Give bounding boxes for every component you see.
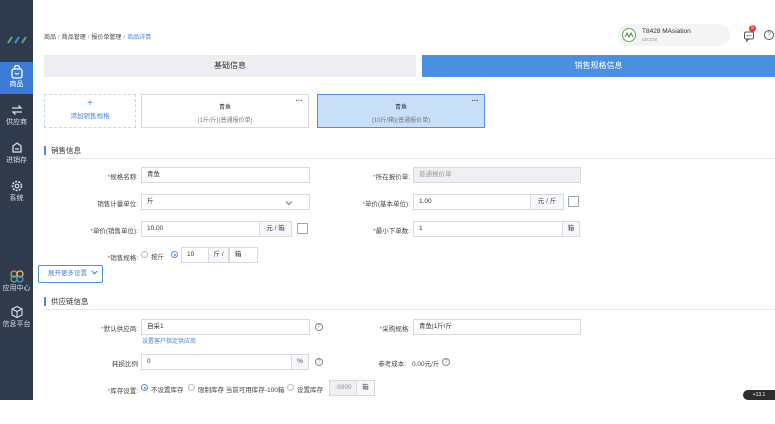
sidebar-item-supplier[interactable]: 供应商 xyxy=(0,100,33,132)
divider xyxy=(44,158,775,159)
min-order-unit: 箱 xyxy=(563,221,580,237)
set-stock-radio[interactable] xyxy=(287,384,294,391)
quote-input: 普通报价单 xyxy=(413,167,581,183)
stock-setting-label: *库存设置: xyxy=(107,388,138,395)
purchase-spec-input[interactable]: 青鱼|1斤/斤 xyxy=(413,319,581,335)
base-price-unit: 元 / 斤 xyxy=(531,194,564,210)
logo-icon xyxy=(7,36,27,44)
plus-icon: + xyxy=(87,98,93,109)
breadcrumb-item[interactable]: 报价单管理 xyxy=(91,35,121,41)
notification-badge: 5 xyxy=(749,25,756,32)
stock-unit: 箱 xyxy=(357,380,375,396)
sale-unit-label: 销售计量单位: xyxy=(97,201,138,208)
spec-card-selected[interactable]: 青鱼 (10斤/箱)(普通报价单) ··· xyxy=(317,94,485,128)
zoom-indicator: +13.1 xyxy=(743,390,775,400)
sidebar-item-info-platform[interactable]: 信息平台 xyxy=(0,302,33,334)
help-circle-icon[interactable]: ? xyxy=(442,358,450,366)
gear-icon xyxy=(11,180,22,192)
shopping-bag-icon xyxy=(10,65,23,79)
exchange-icon xyxy=(10,105,23,115)
sidebar-item-label: 信息平台 xyxy=(2,321,31,328)
expand-more-settings-button[interactable]: 展开更多设置 xyxy=(38,265,103,283)
breadcrumb-item[interactable]: 商品 xyxy=(44,35,56,41)
more-options-icon[interactable]: ··· xyxy=(471,95,479,106)
tab-basic-info[interactable]: 基础信息 xyxy=(44,55,416,77)
help-circle-icon[interactable]: ? xyxy=(315,358,323,366)
chevron-down-icon xyxy=(91,270,98,275)
sidebar-item-inventory[interactable]: 进销存 xyxy=(0,138,33,170)
spec-qty-input[interactable]: 10 xyxy=(181,247,209,263)
custom-spec-radio[interactable] xyxy=(171,251,178,258)
sidebar-item-label: 系统 xyxy=(9,195,24,202)
sidebar-item-system[interactable]: 系统 xyxy=(0,176,33,208)
section-title-sales-info: 销售信息 xyxy=(44,146,81,155)
limit-stock-radio[interactable] xyxy=(188,384,195,391)
spec-name-input[interactable]: 青鱼 xyxy=(141,167,310,183)
sale-price-input[interactable]: 10.00 xyxy=(141,221,260,237)
user-menu[interactable]: T8428 MAsiation ozccsz xyxy=(618,24,730,46)
spec-unit-jin: 斤 / xyxy=(209,247,229,263)
user-name: T8428 MAsiation xyxy=(642,28,691,35)
base-price-input[interactable]: 1.00 xyxy=(413,194,531,210)
divider xyxy=(44,309,775,310)
min-order-label: *最小下单数: xyxy=(373,228,410,235)
help-circle-icon[interactable]: ? xyxy=(315,323,323,331)
cube-icon xyxy=(10,305,23,319)
sale-price-unit: 元 / 箱 xyxy=(260,221,292,237)
tab-sales-spec-info[interactable]: 销售规格信息 xyxy=(422,55,775,77)
breadcrumb-item[interactable]: 商品管理 xyxy=(62,35,86,41)
more-options-icon[interactable]: ··· xyxy=(295,95,303,106)
spec-card-name: 青鱼 xyxy=(218,105,231,111)
spec-name-label: *规格名称: xyxy=(107,174,138,181)
ref-cost-value: 0.00元/斤 xyxy=(412,361,440,368)
avatar-logo-icon xyxy=(624,31,634,39)
sidebar: 商品 供应商 进销存 系统 应用中心 信息平台 xyxy=(0,0,33,400)
inventory-icon xyxy=(11,142,22,153)
calculator-icon[interactable] xyxy=(568,196,579,207)
quote-label: *所在报价单: xyxy=(373,174,410,181)
purchase-spec-label: *采购规格: xyxy=(379,326,410,333)
user-account: ozccsz xyxy=(642,37,658,43)
sale-price-label: *单价(销售单位): xyxy=(90,228,138,235)
breadcrumb-current: 商品详情 xyxy=(127,35,152,41)
loss-ratio-unit: % xyxy=(292,354,309,370)
supplier-label: *默认供应商: xyxy=(101,326,138,333)
section-title-supply-info: 供应链信息 xyxy=(44,297,89,306)
limit-stock-label: 限制库存 当前可用库存-100箱 xyxy=(198,387,285,394)
spec-card-desc: (1斤/斤)(普通报价单) xyxy=(197,118,253,124)
app-center-icon xyxy=(9,270,24,283)
sidebar-item-label: 供应商 xyxy=(6,119,27,126)
set-customer-supplier-link[interactable]: 设置客户指定供应商 xyxy=(142,336,196,345)
sidebar-item-goods[interactable]: 商品 xyxy=(0,62,33,94)
sale-spec-label: *销售规格: xyxy=(107,255,138,262)
base-price-label: *单价(基本单位): xyxy=(362,201,410,208)
no-stock-radio[interactable] xyxy=(141,384,148,391)
spec-unit-select[interactable]: 箱 xyxy=(229,247,258,263)
by-jin-radio[interactable] xyxy=(141,251,148,258)
no-stock-label: 不设置库存 xyxy=(151,387,184,394)
spec-card-name: 青鱼 xyxy=(394,105,407,111)
loss-ratio-label: 耗损比例 xyxy=(112,361,138,368)
spec-card-desc: (10斤/箱)(普通报价单) xyxy=(371,118,431,124)
loss-ratio-input[interactable]: 0 xyxy=(141,354,292,370)
sidebar-item-label: 应用中心 xyxy=(2,285,31,292)
expand-label: 展开更多设置 xyxy=(48,270,87,277)
add-sales-spec-button[interactable]: + 添加销售规格 xyxy=(44,94,136,128)
avatar xyxy=(622,28,636,42)
supplier-input[interactable]: 自采1 xyxy=(141,319,310,335)
sidebar-item-app-center[interactable]: 应用中心 xyxy=(0,266,33,298)
spec-card[interactable]: 青鱼 (1斤/斤)(普通报价单) ··· xyxy=(141,94,309,128)
add-sales-spec-label: 添加销售规格 xyxy=(70,113,110,120)
breadcrumb: 商品 / 商品管理 / 报价单管理 / 商品详情 xyxy=(44,35,152,41)
stock-input: -9999 xyxy=(329,380,357,396)
sidebar-item-label: 进销存 xyxy=(6,157,27,164)
by-jin-label: 按斤 xyxy=(151,254,164,261)
ref-cost-label: 参考成本: xyxy=(378,361,406,368)
help-icon[interactable]: ? xyxy=(764,30,774,40)
calculator-icon[interactable] xyxy=(297,223,308,234)
sidebar-item-label: 商品 xyxy=(9,81,24,88)
chevron-down-icon xyxy=(285,201,293,206)
min-order-input[interactable]: 1 xyxy=(413,221,563,237)
set-stock-label: 设置库存 xyxy=(297,387,323,394)
